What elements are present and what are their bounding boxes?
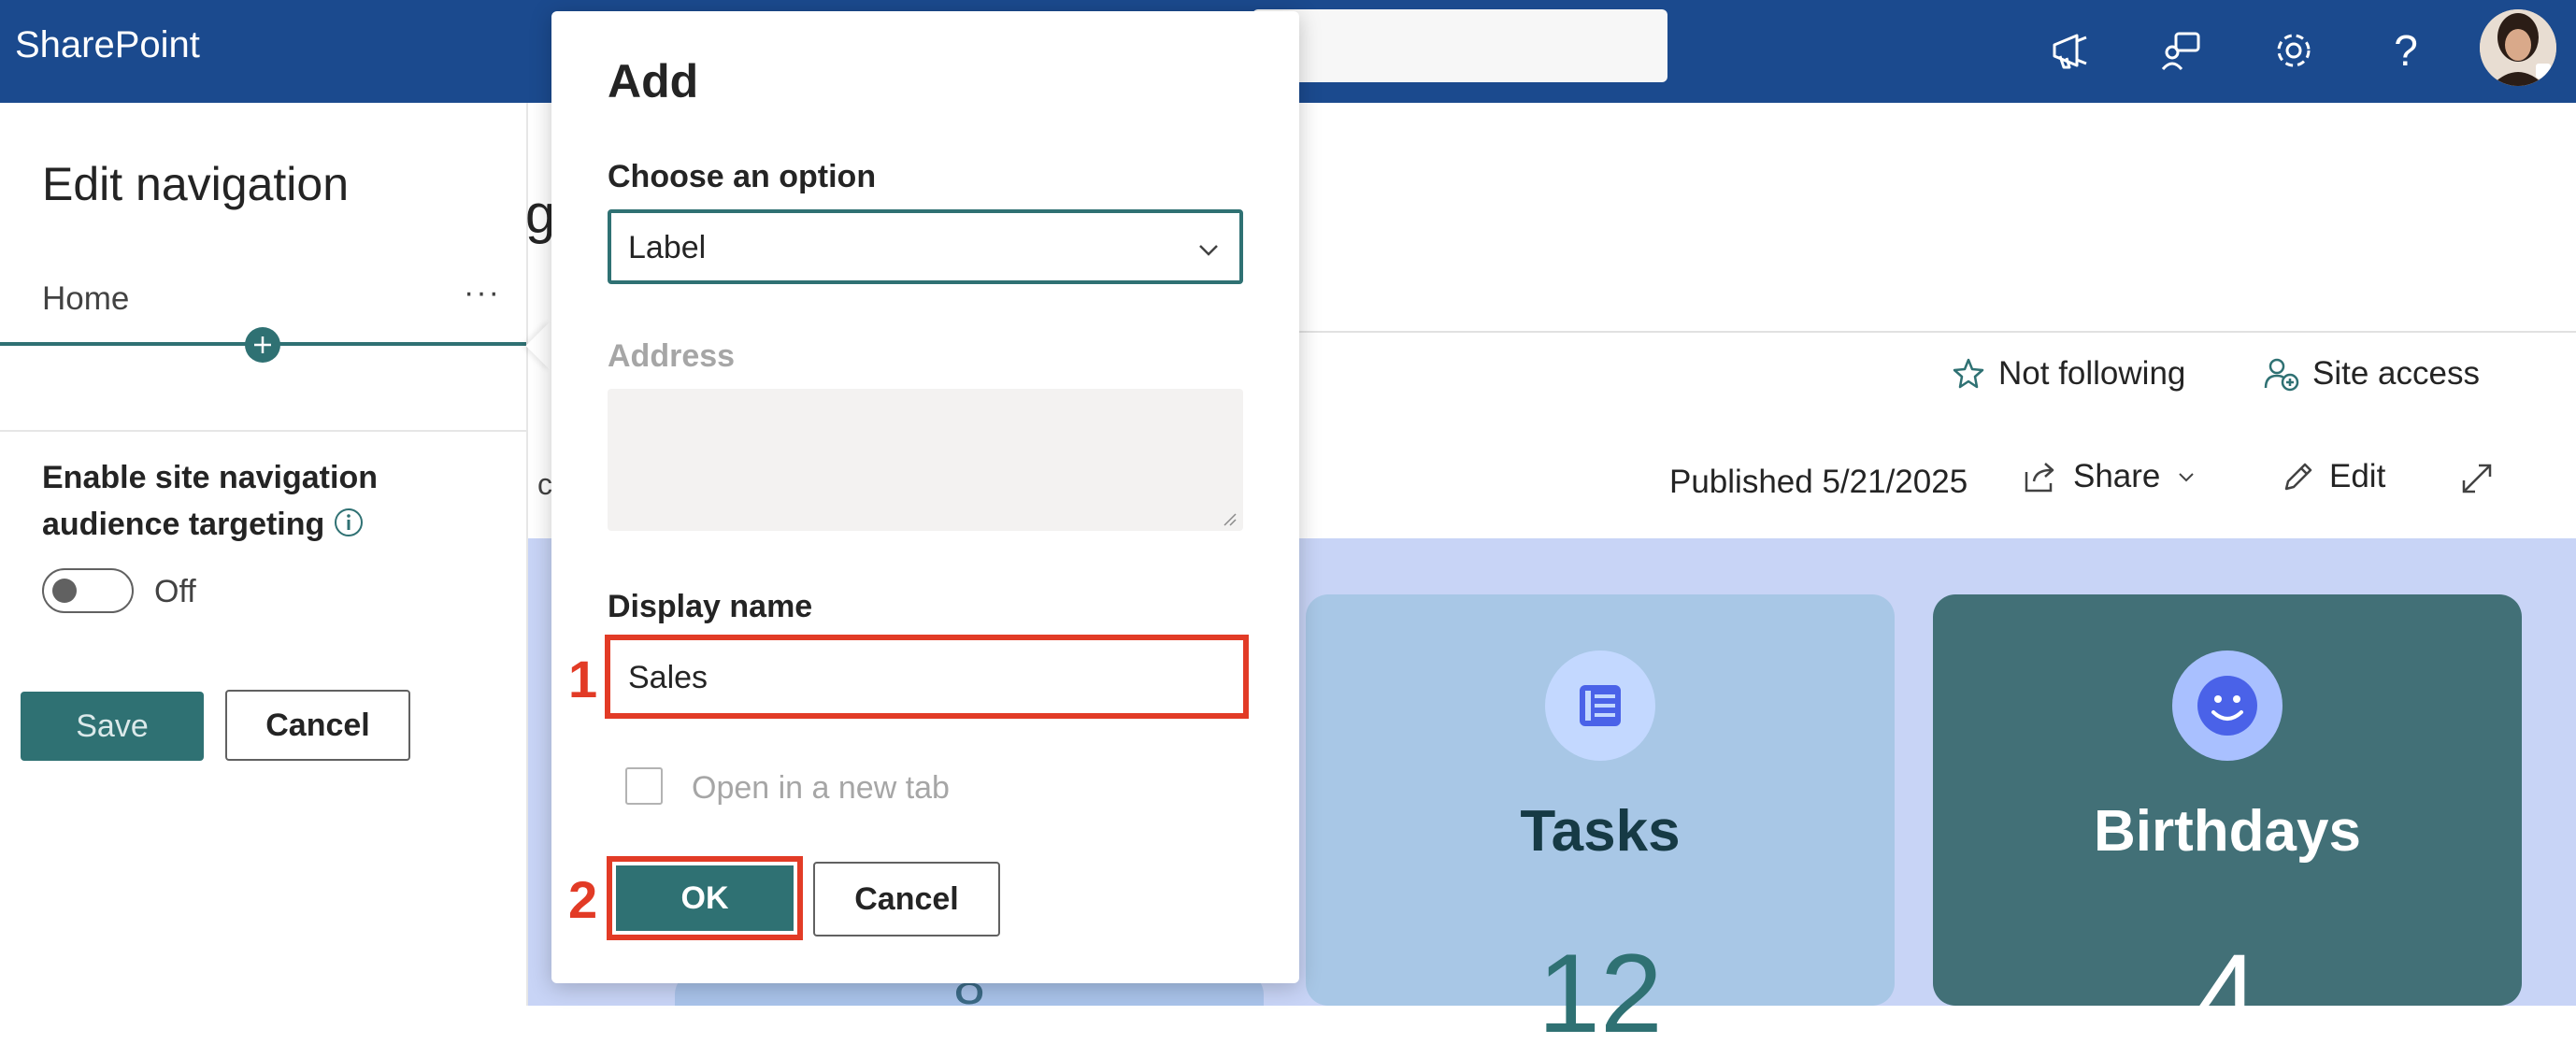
info-icon[interactable] <box>333 507 365 543</box>
person-add-icon <box>2264 358 2299 392</box>
site-access-label: Site access <box>2312 355 2480 392</box>
follow-button[interactable]: Not following <box>1952 355 2185 393</box>
divider <box>0 430 526 432</box>
share-icon <box>2025 463 2054 493</box>
chat-feedback-icon[interactable] <box>2148 17 2215 84</box>
chevron-down-icon <box>1195 236 1223 268</box>
dialog-cancel-button[interactable]: Cancel <box>813 862 1000 936</box>
open-new-tab-checkbox <box>625 767 663 805</box>
add-link-button[interactable] <box>245 327 280 363</box>
app-brand[interactable]: SharePoint <box>15 24 200 66</box>
list-icon <box>1545 651 1655 761</box>
published-status: Published 5/21/2025 <box>1669 464 1968 500</box>
follow-label: Not following <box>1998 355 2186 392</box>
help-icon[interactable]: ? <box>2372 17 2440 84</box>
card-title: Tasks <box>1520 799 1681 864</box>
display-name-input[interactable] <box>615 645 1238 708</box>
edit-page-button[interactable]: Edit <box>2281 458 2385 495</box>
share-button[interactable]: Share <box>2023 458 2197 495</box>
cancel-button[interactable]: Cancel <box>225 690 410 761</box>
card-birthdays[interactable]: Birthdays 4 <box>1933 594 2522 1056</box>
card-title: Birthdays <box>2094 799 2361 864</box>
card-tasks[interactable]: Tasks 12 <box>1306 594 1895 1056</box>
ok-button[interactable]: OK <box>616 865 794 931</box>
toggle-state-label: Off <box>154 574 196 609</box>
dialog-title: Add <box>608 55 699 107</box>
resize-grip-icon <box>1223 512 1238 532</box>
dropdown-value: Label <box>628 230 707 265</box>
address-field <box>608 389 1243 531</box>
edit-navigation-panel <box>0 103 528 1006</box>
open-new-tab-label: Open in a new tab <box>692 770 950 806</box>
expand-icon[interactable] <box>2458 460 2496 502</box>
gear-icon[interactable] <box>2260 17 2327 84</box>
search-box[interactable] <box>1252 9 1667 82</box>
star-icon <box>1953 358 1984 389</box>
nav-item-home[interactable]: Home <box>42 280 129 318</box>
plus-icon <box>254 336 271 353</box>
megaphone-icon[interactable] <box>2038 17 2105 84</box>
card-count: 12 <box>1538 931 1663 1056</box>
page-text-fragment: c <box>537 467 552 501</box>
site-access-button[interactable]: Site access <box>2264 355 2480 393</box>
share-label: Share <box>2073 458 2161 494</box>
address-label: Address <box>608 338 736 374</box>
step1-marker: 1 <box>568 650 598 708</box>
command-bar-divider <box>1299 331 2576 333</box>
more-options-icon[interactable]: ··· <box>464 275 501 311</box>
display-name-value: Sales <box>628 660 708 695</box>
edit-label: Edit <box>2329 458 2386 494</box>
toggle-knob <box>52 579 77 603</box>
smiley-icon <box>2172 651 2283 761</box>
user-avatar[interactable] <box>2480 9 2556 86</box>
step2-marker: 2 <box>568 870 598 929</box>
pencil-icon <box>2284 463 2312 491</box>
display-name-label: Display name <box>608 589 813 624</box>
save-button[interactable]: Save <box>21 692 204 761</box>
card-count: 4 <box>2196 931 2259 1056</box>
chevron-down-icon <box>2179 473 2195 482</box>
audience-targeting-label: Enable site navigation audience targetin… <box>42 460 378 542</box>
panel-title: Edit navigation <box>42 158 350 210</box>
choose-option-label: Choose an option <box>608 159 877 194</box>
